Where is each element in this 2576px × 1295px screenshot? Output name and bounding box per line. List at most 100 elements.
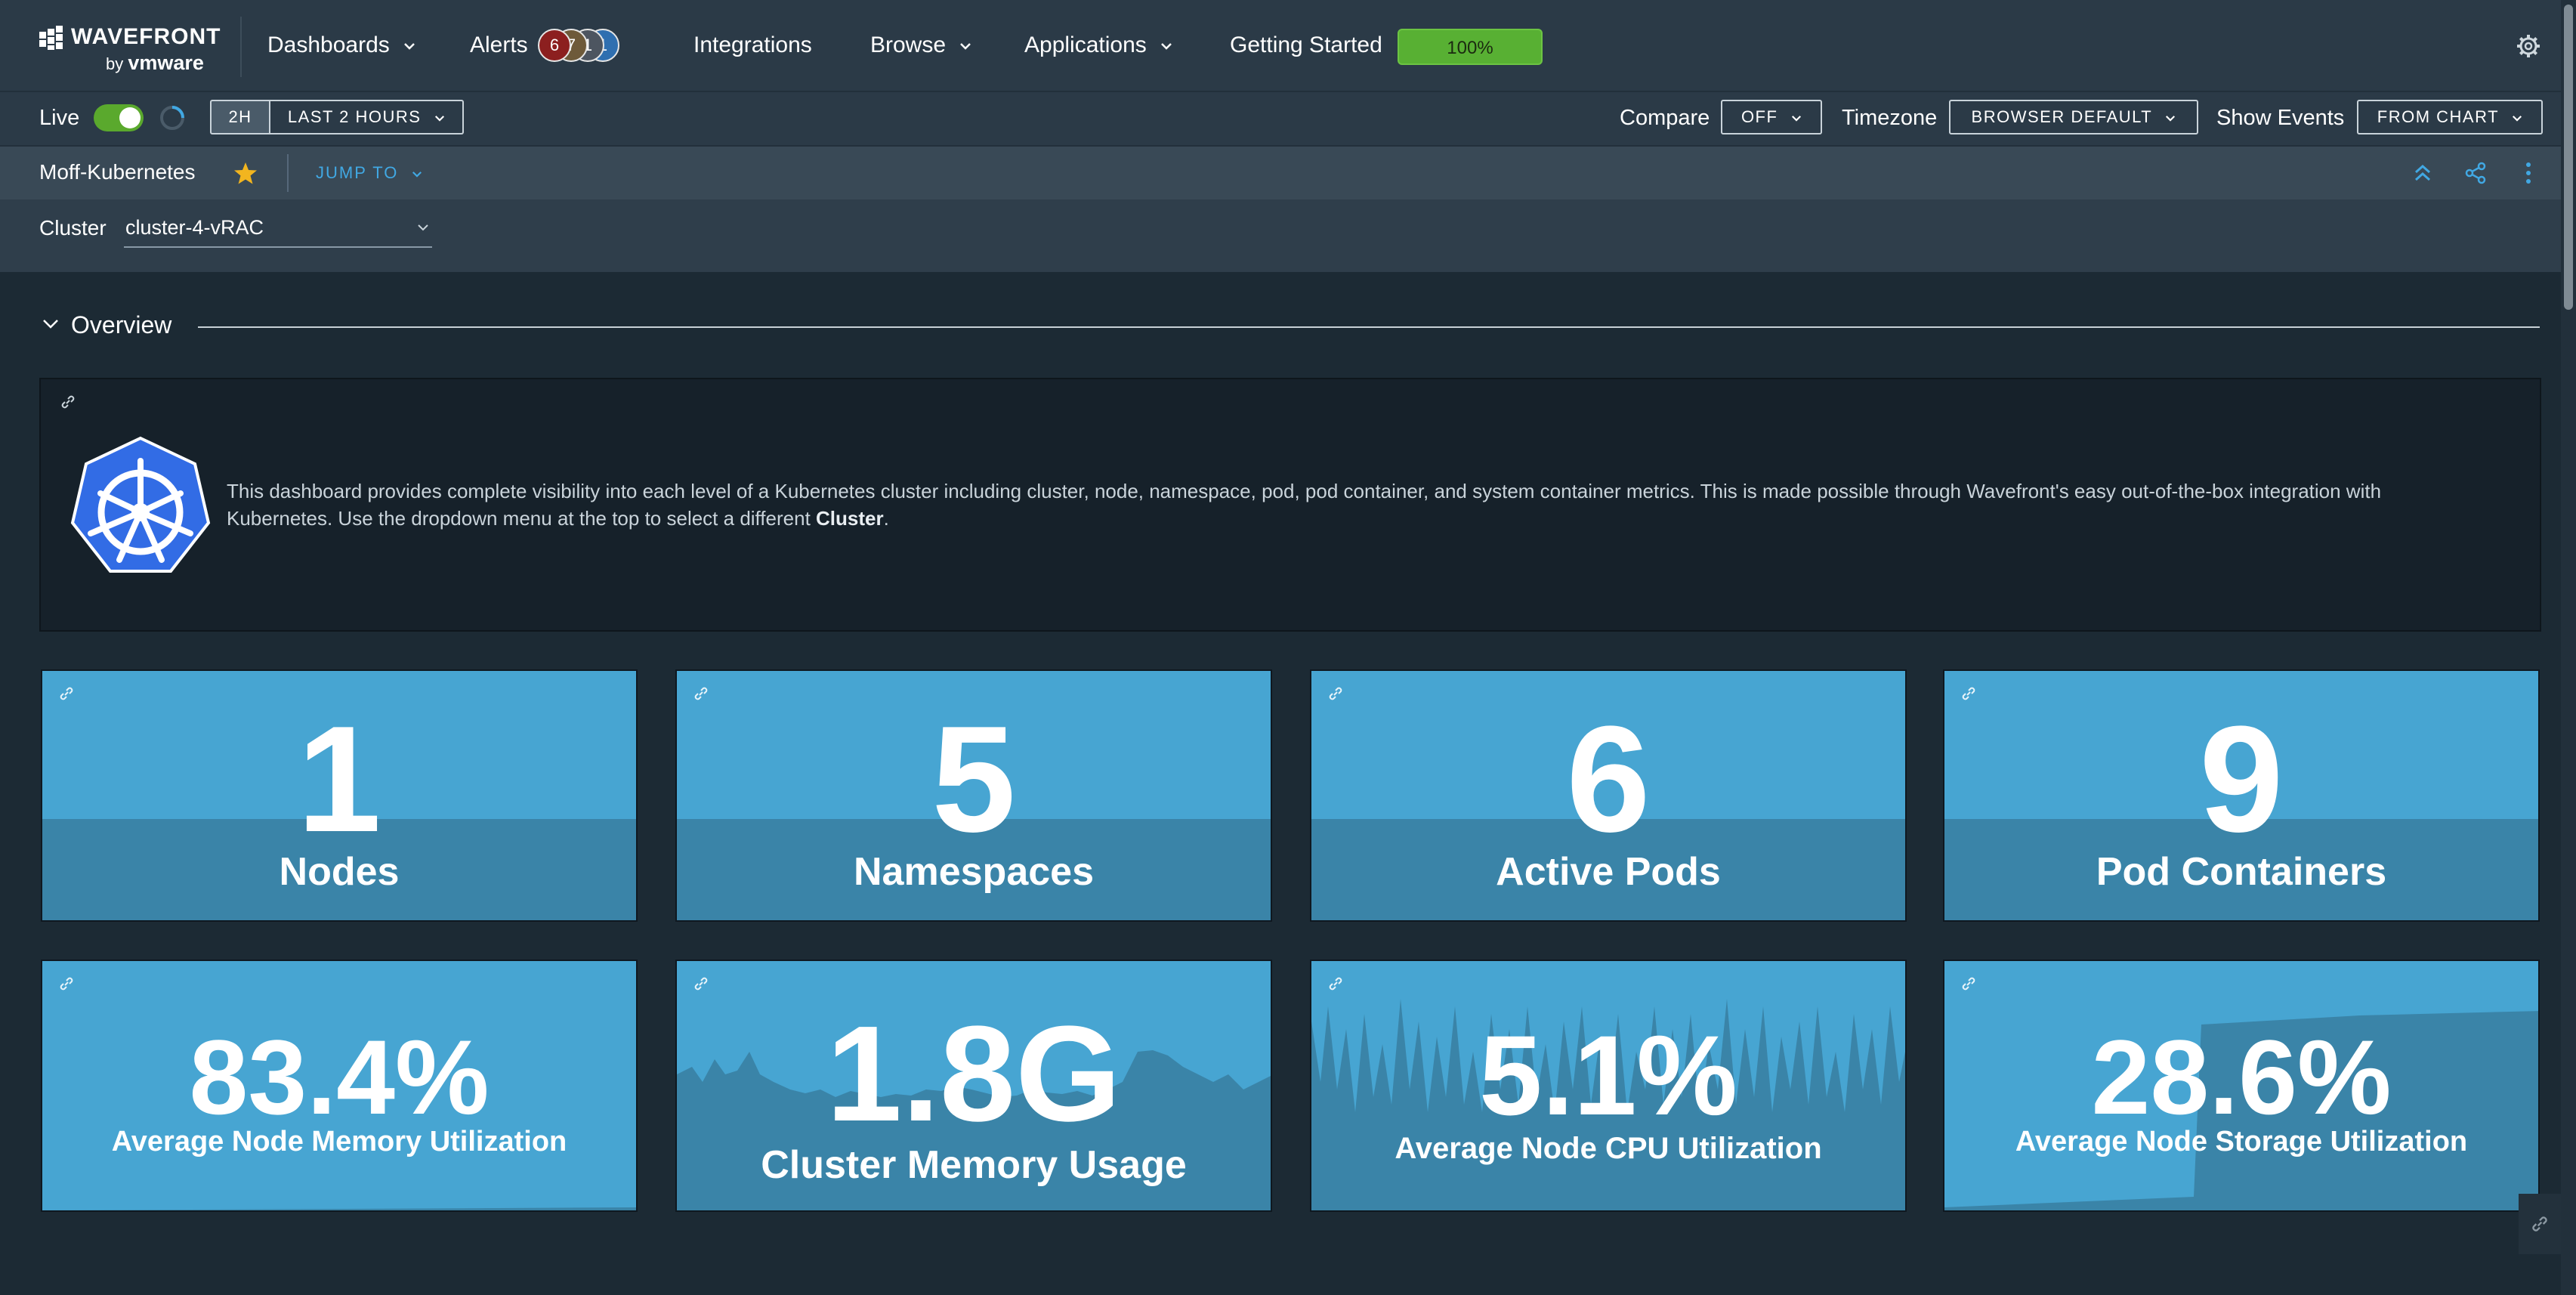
overview-section-header[interactable]: Overview	[39, 308, 2541, 346]
jump-to-dropdown[interactable]: JUMP TO	[316, 163, 422, 183]
kubernetes-logo-icon	[70, 436, 211, 573]
metric-value: 5.1%	[1479, 1012, 1737, 1139]
link-icon[interactable]	[692, 685, 710, 703]
time-range-label: LAST 2 HOURS	[287, 107, 422, 126]
link-icon[interactable]	[57, 975, 76, 993]
link-icon[interactable]	[57, 685, 76, 703]
stat-value: 6	[1566, 695, 1651, 864]
chevron-down-icon	[960, 43, 971, 50]
chevron-down-icon[interactable]	[42, 319, 59, 329]
nav-applications[interactable]: Applications	[1024, 30, 1172, 60]
compare-dropdown[interactable]: OFF	[1721, 100, 1822, 134]
gear-icon[interactable]	[2516, 33, 2541, 59]
chevron-down-icon	[435, 115, 445, 122]
chevron-down-icon	[1792, 115, 1802, 122]
show-events-dropdown[interactable]: FROM CHART	[2357, 100, 2543, 134]
metric-label: Average Node Storage Utilization	[2015, 1126, 2468, 1157]
metric-value: 28.6%	[2091, 1018, 2392, 1136]
metric-tile-cluster-memory[interactable]: 1.8G Cluster Memory Usage	[675, 960, 1272, 1212]
more-vertical-icon[interactable]	[2516, 160, 2541, 186]
dashboard-header: Moff-Kubernetes JUMP TO	[0, 147, 2576, 199]
nav-getting-started[interactable]: Getting Started	[1230, 30, 1382, 60]
metric-label: Average Node CPU Utilization	[1395, 1132, 1822, 1165]
grid-logo-icon	[39, 26, 63, 50]
share-icon[interactable]	[2463, 160, 2488, 186]
link-icon[interactable]	[1327, 685, 1345, 703]
stat-tile-pod-containers[interactable]: 9 Pod Containers	[1943, 669, 2540, 922]
nav-integrations-label: Integrations	[693, 32, 812, 57]
nav-dashboards-label: Dashboards	[267, 32, 390, 57]
metric-label: Cluster Memory Usage	[761, 1143, 1187, 1187]
time-range-dropdown[interactable]: LAST 2 HOURS	[270, 100, 464, 134]
stat-tile-namespaces[interactable]: 5 Namespaces	[675, 669, 1272, 922]
page-scrollbar[interactable]	[2561, 0, 2576, 1295]
stat-label: Namespaces	[854, 850, 1094, 894]
link-icon	[2532, 1216, 2547, 1232]
nav-browse[interactable]: Browse	[870, 30, 971, 60]
wavefront-brand[interactable]: WAVEFRONT by vmware	[39, 24, 221, 74]
stat-tile-active-pods[interactable]: 6 Active Pods	[1310, 669, 1907, 922]
chevron-down-icon	[404, 43, 415, 50]
link-icon[interactable]	[1960, 975, 1978, 993]
compare-label: Compare	[1620, 106, 1710, 130]
metric-tile-node-storage[interactable]: 28.6% Average Node Storage Utilization	[1943, 960, 2540, 1212]
nav-integrations[interactable]: Integrations	[693, 30, 812, 60]
chevron-down-icon	[412, 171, 422, 178]
metric-tile-node-cpu[interactable]: 5.1% Average Node CPU Utilization	[1310, 960, 1907, 1212]
nav-browse-label: Browse	[870, 32, 947, 57]
dashboard-title: Moff-Kubernetes	[39, 160, 196, 184]
show-events-label: Show Events	[2216, 106, 2345, 130]
stat-tile-nodes[interactable]: 1 Nodes	[41, 669, 638, 922]
header-divider	[287, 154, 289, 192]
floating-link-button[interactable]	[2519, 1194, 2561, 1254]
link-icon[interactable]	[1327, 975, 1345, 993]
star-icon[interactable]	[233, 160, 258, 186]
live-toggle[interactable]	[94, 104, 144, 131]
nav-getting-started-label: Getting Started	[1230, 32, 1382, 57]
dashboard-variables: Cluster cluster-4-vRAC	[0, 199, 2576, 272]
timezone-label: Timezone	[1842, 106, 1938, 130]
stat-label: Pod Containers	[2096, 850, 2387, 894]
info-text-panel: This dashboard provides complete visibil…	[39, 378, 2541, 632]
time-range-short-button[interactable]: 2H	[210, 100, 270, 134]
timezone-value: BROWSER DEFAULT	[1971, 107, 2152, 126]
chevron-down-icon	[2166, 115, 2176, 122]
time-control-bar: Live 2H LAST 2 HOURS Compare OFF Timezon…	[0, 92, 2576, 147]
top-navigation-bar: WAVEFRONT by vmware Dashboards Alerts 6 …	[0, 0, 2576, 92]
spinner-icon	[160, 106, 184, 130]
chevron-down-icon	[1161, 43, 1172, 50]
brand-name: WAVEFRONT	[71, 24, 221, 49]
metric-value: 1.8G	[826, 998, 1122, 1150]
nav-applications-label: Applications	[1024, 32, 1147, 57]
link-icon[interactable]	[692, 975, 710, 993]
info-description: This dashboard provides complete visibil…	[227, 480, 2382, 530]
alert-badge-severe: 6	[538, 29, 571, 62]
nav-dashboards[interactable]: Dashboards	[267, 30, 415, 60]
scrollbar-thumb[interactable]	[2564, 5, 2573, 310]
cluster-variable-label: Cluster	[39, 216, 107, 240]
chevron-down-icon	[418, 224, 428, 231]
timezone-dropdown[interactable]: BROWSER DEFAULT	[1949, 100, 2198, 134]
nav-divider	[240, 17, 242, 77]
cluster-select-value: cluster-4-vRAC	[125, 216, 264, 239]
live-label: Live	[39, 106, 80, 130]
nav-alerts[interactable]: Alerts	[470, 30, 528, 60]
stat-value: 1	[297, 695, 381, 864]
alert-count-badges[interactable]: 6 7 1 1	[538, 29, 629, 62]
section-title: Overview	[71, 311, 172, 338]
metric-tile-node-memory[interactable]: 83.4% Average Node Memory Utilization	[41, 960, 638, 1212]
metric-value: 83.4%	[189, 1018, 490, 1136]
nav-alerts-label: Alerts	[470, 32, 528, 57]
chevron-down-icon	[2513, 115, 2522, 122]
link-icon[interactable]	[1960, 685, 1978, 703]
collapse-up-icon[interactable]	[2410, 160, 2435, 186]
link-icon[interactable]	[59, 393, 77, 411]
stat-value: 9	[2199, 695, 2284, 864]
metric-label: Average Node Memory Utilization	[111, 1126, 567, 1157]
cluster-select[interactable]: cluster-4-vRAC	[124, 213, 432, 248]
getting-started-progress[interactable]: 100%	[1398, 29, 1543, 65]
toggle-knob	[119, 107, 141, 128]
brand-vendor: by vmware	[106, 51, 204, 74]
jump-to-label: JUMP TO	[316, 163, 399, 182]
show-events-value: FROM CHART	[2377, 107, 2499, 126]
